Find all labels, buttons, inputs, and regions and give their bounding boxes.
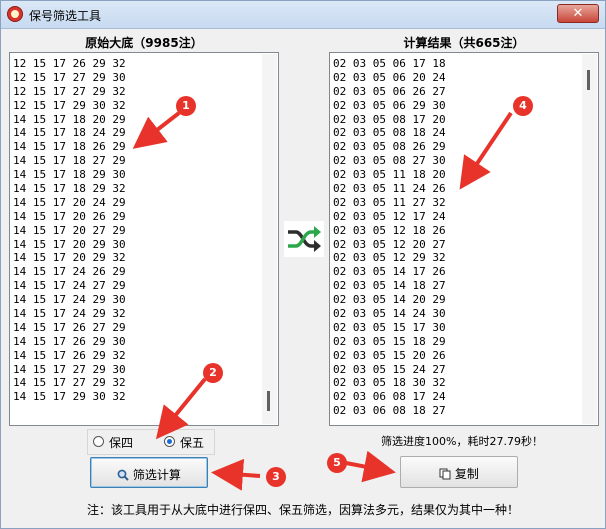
annotation-arrows bbox=[132, 111, 513, 491]
callout-5-arrow bbox=[345, 450, 396, 483]
callout-3-badge: 3 bbox=[266, 467, 286, 487]
callout-4-badge: 4 bbox=[513, 96, 533, 116]
callout-2-badge: 2 bbox=[203, 363, 223, 383]
callout-1-arrow bbox=[132, 111, 181, 149]
callout-2-arrow bbox=[155, 377, 207, 440]
app-window: 保号筛选工具 ✕ 原始大底（9985注） 12 15 17 26 29 32 12… bbox=[0, 0, 606, 529]
callout-1-badge: 1 bbox=[176, 96, 196, 116]
callout-5-badge: 5 bbox=[327, 453, 347, 473]
callout-3-arrow bbox=[211, 458, 261, 491]
callout-4-arrow bbox=[459, 111, 513, 190]
